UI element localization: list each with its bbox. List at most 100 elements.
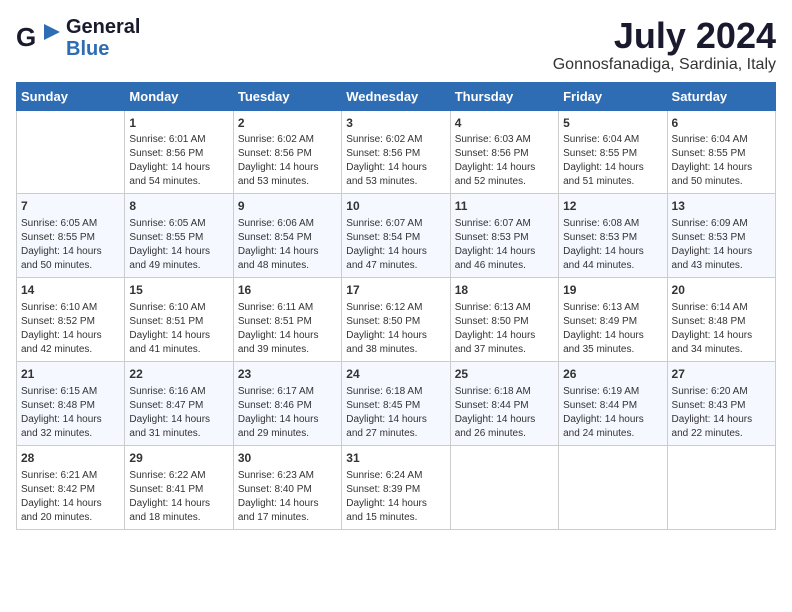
day-number: 2 [238, 115, 337, 132]
calendar-cell: 30 Sunrise: 6:23 AMSunset: 8:40 PMDayligh… [233, 445, 341, 529]
calendar-cell: 17Sunrise: 6:12 AMSunset: 8:50 PMDayligh… [342, 278, 450, 362]
calendar-cell: 20 Sunrise: 6:14 AMSunset: 8:48 PMDayligh… [667, 278, 775, 362]
day-number: 11 [455, 198, 554, 215]
day-number: 13 [672, 198, 771, 215]
weekday-header-wednesday: Wednesday [342, 82, 450, 110]
calendar-cell: 6Sunrise: 6:04 AMSunset: 8:55 PMDaylight… [667, 110, 775, 194]
day-number: 29 [129, 450, 228, 467]
calendar-cell [667, 445, 775, 529]
day-number: 20 [672, 282, 771, 299]
calendar-cell: 23Sunrise: 6:17 AMSunset: 8:46 PMDayligh… [233, 361, 341, 445]
cell-sun-info: Sunrise: 6:19 AMSunset: 8:44 PMDaylight:… [563, 385, 662, 441]
weekday-header-row: SundayMondayTuesdayWednesdayThursdayFrid… [17, 82, 776, 110]
cell-sun-info: Sunrise: 6:18 AMSunset: 8:45 PMDaylight:… [346, 385, 445, 441]
cell-sun-info: Sunrise: 6:21 AMSunset: 8:42 PMDaylight:… [21, 469, 120, 525]
calendar-cell: 10Sunrise: 6:07 AMSunset: 8:54 PMDayligh… [342, 194, 450, 278]
calendar-cell: 16 Sunrise: 6:11 AMSunset: 8:51 PMDayligh… [233, 278, 341, 362]
day-number: 26 [563, 366, 662, 383]
day-number: 30 [238, 450, 337, 467]
cell-sun-info: Sunrise: 6:23 AMSunset: 8:40 PMDaylight:… [238, 469, 337, 525]
calendar-week-2: 7 Sunrise: 6:05 AMSunset: 8:55 PMDaylight… [17, 194, 776, 278]
day-number: 6 [672, 115, 771, 132]
day-number: 8 [129, 198, 228, 215]
weekday-header-thursday: Thursday [450, 82, 558, 110]
cell-sun-info: Sunrise: 6:05 AMSunset: 8:55 PMDaylight:… [129, 217, 228, 273]
cell-sun-info: Sunrise: 6:16 AMSunset: 8:47 PMDaylight:… [129, 385, 228, 441]
calendar-cell [559, 445, 667, 529]
calendar-cell: 12 Sunrise: 6:08 AMSunset: 8:53 PMDayligh… [559, 194, 667, 278]
day-number: 7 [21, 198, 120, 215]
cell-sun-info: Sunrise: 6:08 AMSunset: 8:53 PMDaylight:… [563, 217, 662, 273]
day-number: 9 [238, 198, 337, 215]
calendar-cell: 26 Sunrise: 6:19 AMSunset: 8:44 PMDayligh… [559, 361, 667, 445]
day-number: 15 [129, 282, 228, 299]
cell-sun-info: Sunrise: 6:07 AMSunset: 8:53 PMDaylight:… [455, 217, 554, 273]
day-number: 28 [21, 450, 120, 467]
calendar-cell: 15 Sunrise: 6:10 AMSunset: 8:51 PMDayligh… [125, 278, 233, 362]
day-number: 5 [563, 115, 662, 132]
cell-sun-info: Sunrise: 6:02 AMSunset: 8:56 PMDaylight:… [346, 133, 445, 189]
weekday-header-monday: Monday [125, 82, 233, 110]
day-number: 22 [129, 366, 228, 383]
cell-sun-info: Sunrise: 6:05 AMSunset: 8:55 PMDaylight:… [21, 217, 120, 273]
cell-sun-info: Sunrise: 6:12 AMSunset: 8:50 PMDaylight:… [346, 301, 445, 357]
cell-sun-info: Sunrise: 6:15 AMSunset: 8:48 PMDaylight:… [21, 385, 120, 441]
logo: G General Blue [16, 16, 140, 60]
day-number: 27 [672, 366, 771, 383]
day-number: 25 [455, 366, 554, 383]
day-number: 18 [455, 282, 554, 299]
calendar-week-5: 28 Sunrise: 6:21 AMSunset: 8:42 PMDayligh… [17, 445, 776, 529]
calendar-cell: 27 Sunrise: 6:20 AMSunset: 8:43 PMDayligh… [667, 361, 775, 445]
day-number: 1 [129, 115, 228, 132]
cell-sun-info: Sunrise: 6:24 AMSunset: 8:39 PMDaylight:… [346, 469, 445, 525]
svg-text:G: G [16, 22, 36, 52]
calendar-cell: 18 Sunrise: 6:13 AMSunset: 8:50 PMDayligh… [450, 278, 558, 362]
cell-sun-info: Sunrise: 6:04 AMSunset: 8:55 PMDaylight:… [672, 133, 771, 189]
calendar-cell: 31Sunrise: 6:24 AMSunset: 8:39 PMDayligh… [342, 445, 450, 529]
calendar-cell: 22 Sunrise: 6:16 AMSunset: 8:47 PMDayligh… [125, 361, 233, 445]
cell-sun-info: Sunrise: 6:04 AMSunset: 8:55 PMDaylight:… [563, 133, 662, 189]
day-number: 24 [346, 366, 445, 383]
weekday-header-friday: Friday [559, 82, 667, 110]
calendar-cell: 13 Sunrise: 6:09 AMSunset: 8:53 PMDayligh… [667, 194, 775, 278]
day-number: 21 [21, 366, 120, 383]
day-number: 4 [455, 115, 554, 132]
calendar-cell: 1Sunrise: 6:01 AMSunset: 8:56 PMDaylight… [125, 110, 233, 194]
cell-sun-info: Sunrise: 6:07 AMSunset: 8:54 PMDaylight:… [346, 217, 445, 273]
day-number: 12 [563, 198, 662, 215]
calendar-cell: 2Sunrise: 6:02 AMSunset: 8:56 PMDaylight… [233, 110, 341, 194]
calendar-cell: 24 Sunrise: 6:18 AMSunset: 8:45 PMDayligh… [342, 361, 450, 445]
weekday-header-sunday: Sunday [17, 82, 125, 110]
cell-sun-info: Sunrise: 6:01 AMSunset: 8:56 PMDaylight:… [129, 133, 228, 189]
day-number: 19 [563, 282, 662, 299]
cell-sun-info: Sunrise: 6:13 AMSunset: 8:50 PMDaylight:… [455, 301, 554, 357]
location: Gonnosfanadiga, Sardinia, Italy [553, 56, 776, 74]
calendar-cell: 8 Sunrise: 6:05 AMSunset: 8:55 PMDaylight… [125, 194, 233, 278]
calendar-cell: 5Sunrise: 6:04 AMSunset: 8:55 PMDaylight… [559, 110, 667, 194]
calendar-cell: 4Sunrise: 6:03 AMSunset: 8:56 PMDaylight… [450, 110, 558, 194]
weekday-header-saturday: Saturday [667, 82, 775, 110]
calendar-week-1: 1Sunrise: 6:01 AMSunset: 8:56 PMDaylight… [17, 110, 776, 194]
cell-sun-info: Sunrise: 6:18 AMSunset: 8:44 PMDaylight:… [455, 385, 554, 441]
page-header: G General Blue July 2024 Gonnosfanadiga,… [16, 16, 776, 74]
cell-sun-info: Sunrise: 6:09 AMSunset: 8:53 PMDaylight:… [672, 217, 771, 273]
weekday-header-tuesday: Tuesday [233, 82, 341, 110]
calendar-cell [450, 445, 558, 529]
cell-sun-info: Sunrise: 6:14 AMSunset: 8:48 PMDaylight:… [672, 301, 771, 357]
cell-sun-info: Sunrise: 6:13 AMSunset: 8:49 PMDaylight:… [563, 301, 662, 357]
calendar-cell: 3Sunrise: 6:02 AMSunset: 8:56 PMDaylight… [342, 110, 450, 194]
cell-sun-info: Sunrise: 6:06 AMSunset: 8:54 PMDaylight:… [238, 217, 337, 273]
cell-sun-info: Sunrise: 6:11 AMSunset: 8:51 PMDaylight:… [238, 301, 337, 357]
day-number: 14 [21, 282, 120, 299]
cell-sun-info: Sunrise: 6:10 AMSunset: 8:51 PMDaylight:… [129, 301, 228, 357]
logo-icon: G [16, 20, 60, 56]
day-number: 3 [346, 115, 445, 132]
month-title: July 2024 [553, 16, 776, 56]
calendar-table: SundayMondayTuesdayWednesdayThursdayFrid… [16, 82, 776, 530]
cell-sun-info: Sunrise: 6:02 AMSunset: 8:56 PMDaylight:… [238, 133, 337, 189]
cell-sun-info: Sunrise: 6:22 AMSunset: 8:41 PMDaylight:… [129, 469, 228, 525]
calendar-cell [17, 110, 125, 194]
day-number: 16 [238, 282, 337, 299]
calendar-cell: 14Sunrise: 6:10 AMSunset: 8:52 PMDayligh… [17, 278, 125, 362]
cell-sun-info: Sunrise: 6:20 AMSunset: 8:43 PMDaylight:… [672, 385, 771, 441]
